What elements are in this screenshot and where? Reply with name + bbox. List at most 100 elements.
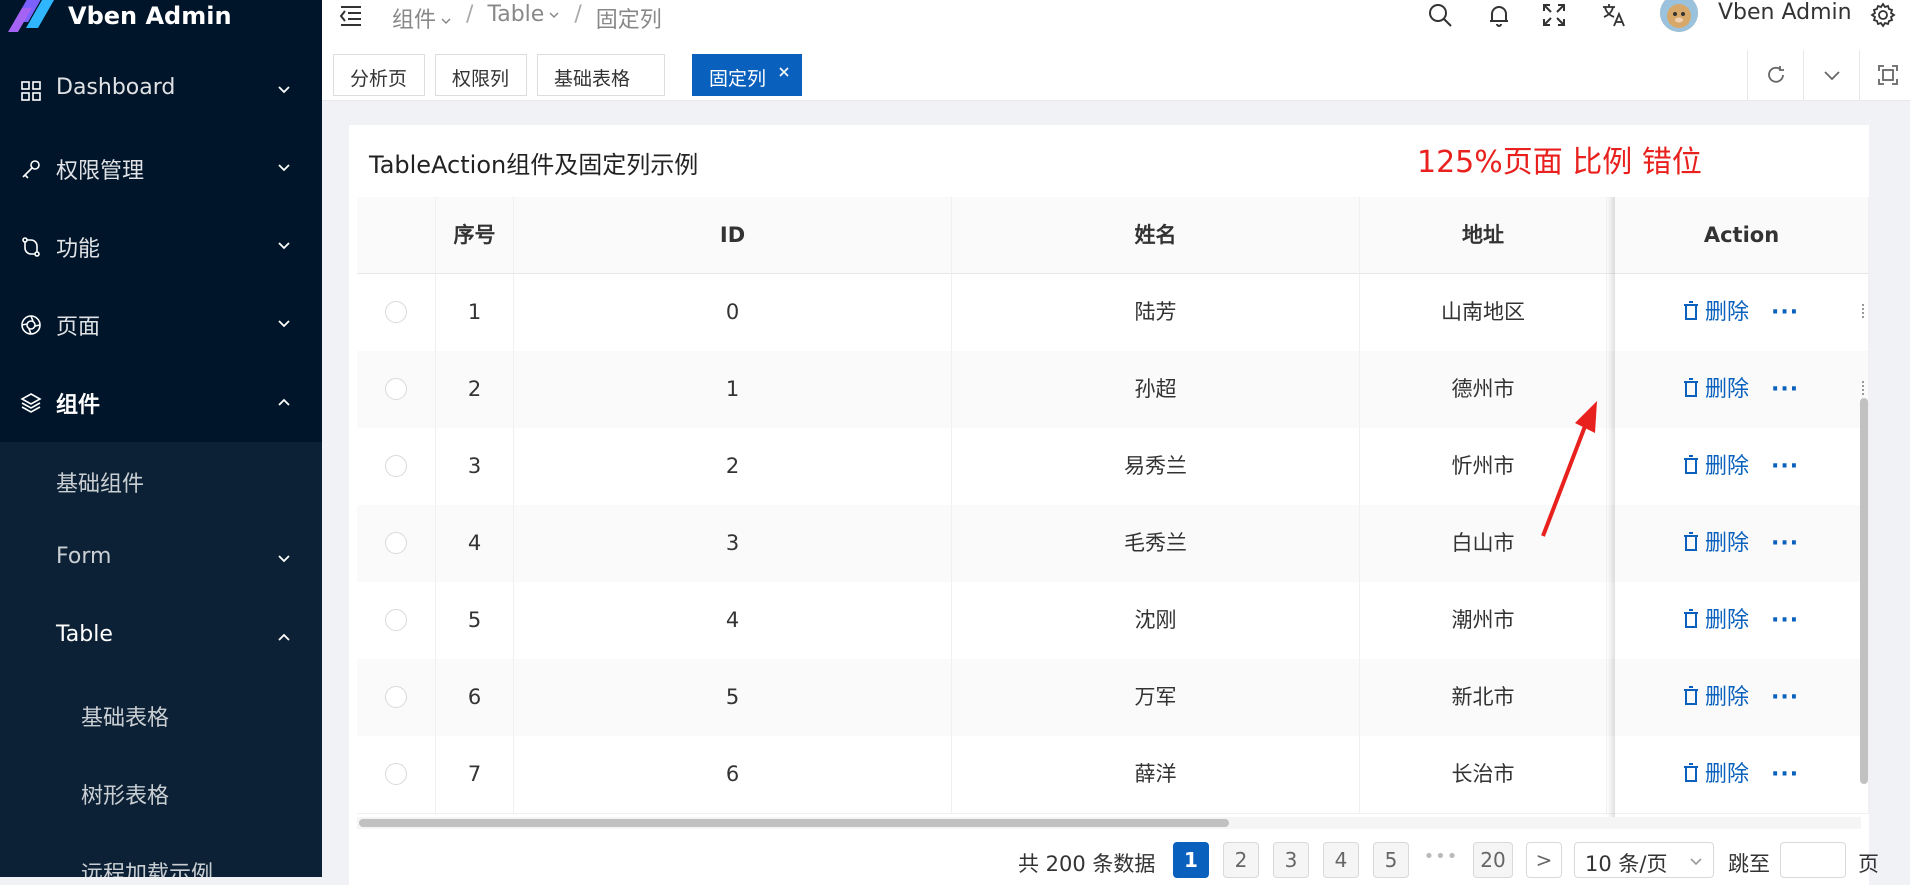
breadcrumb-item[interactable]: 组件 (392, 2, 452, 34)
sidebar-subitem-form[interactable]: Form (0, 521, 322, 599)
column-header[interactable]: ID (514, 197, 952, 273)
more-button[interactable]: ··· (1771, 505, 1799, 582)
annotation-text: 125%页面 比例 错位 (1417, 145, 1702, 180)
delete-button[interactable]: 删除 (1683, 351, 1749, 428)
fullscreen-icon[interactable] (1541, 2, 1567, 28)
tab-basic-table[interactable]: 基础表格 (537, 54, 665, 96)
cell-id: 2 (514, 428, 952, 505)
delete-button[interactable]: 删除 (1683, 428, 1749, 505)
bell-icon[interactable] (1486, 2, 1512, 28)
sidebar-item-permission[interactable]: 权限管理 (0, 130, 322, 208)
menu-fold-icon[interactable] (338, 2, 364, 28)
chevron-up-icon (278, 398, 290, 406)
row-radio[interactable] (385, 378, 407, 400)
page-button[interactable]: 2 (1223, 842, 1259, 878)
delete-label: 删除 (1705, 377, 1750, 402)
cell-name: 万军 (952, 659, 1360, 736)
search-icon[interactable] (1427, 2, 1453, 28)
page-size-select[interactable]: 10 条/页 (1574, 842, 1714, 878)
table-row[interactable]: 5 4 沈刚 潮州市 删除 ··· (357, 582, 1869, 660)
table-row[interactable]: 6 5 万军 新北市 删除 ··· (357, 659, 1869, 737)
more-button[interactable]: ··· (1771, 274, 1799, 351)
delete-label: 删除 (1705, 531, 1750, 556)
breadcrumb-item[interactable]: Table (487, 2, 560, 27)
column-header[interactable]: 姓名 (952, 197, 1360, 273)
sidebar-subitem-tree-table[interactable]: 树形表格 (0, 755, 322, 833)
more-button[interactable]: ··· (1771, 582, 1799, 659)
row-radio[interactable] (385, 301, 407, 323)
table-row[interactable]: 4 3 毛秀兰 白山市 删除 ··· (357, 505, 1869, 583)
page-button[interactable]: 4 (1323, 842, 1359, 878)
fold-screen-button[interactable] (1859, 50, 1910, 100)
key-icon (22, 160, 40, 179)
aperture-icon (21, 315, 41, 335)
page-button[interactable]: 3 (1273, 842, 1309, 878)
delete-button[interactable]: 删除 (1683, 505, 1749, 582)
column-header[interactable]: Action (1615, 197, 1869, 273)
page-button[interactable]: 1 (1173, 842, 1209, 878)
next-page-button[interactable]: > (1526, 842, 1562, 878)
table-row[interactable]: 3 2 易秀兰 忻州市 删除 ··· (357, 428, 1869, 506)
chevron-down-icon (278, 242, 290, 250)
breadcrumb-label: Table (487, 2, 545, 27)
sidebar-item-components[interactable]: 组件 (0, 364, 322, 442)
sidebar-subitem-basic[interactable]: 基础组件 (0, 443, 322, 521)
table-row[interactable]: 2 1 孙超 德州市 删除 ··· (357, 351, 1869, 429)
row-edge-marker (1862, 304, 1868, 318)
delete-label: 删除 (1705, 300, 1750, 325)
sidebar-item-dashboard[interactable]: Dashboard (0, 52, 322, 130)
page-jump-next[interactable]: ••• (1423, 842, 1459, 878)
username[interactable]: Vben Admin (1718, 0, 1852, 25)
delete-button[interactable]: 删除 (1683, 274, 1749, 351)
sidebar-subitem-basic-table[interactable]: 基础表格 (0, 677, 322, 755)
row-radio[interactable] (385, 455, 407, 477)
cell-name: 薛洋 (952, 736, 1360, 813)
cell-name: 沈刚 (952, 582, 1360, 659)
tab-dropdown-button[interactable] (1803, 50, 1860, 100)
cell-action: 删除 ··· (1615, 274, 1869, 351)
horizontal-scrollbar[interactable] (359, 819, 1229, 827)
tab-bar: 分析页 权限列 基础表格 固定列 (322, 50, 1910, 101)
refresh-button[interactable] (1747, 50, 1804, 100)
logo[interactable]: Vben Admin (0, 0, 322, 36)
tab-permission-column[interactable]: 权限列 (435, 54, 527, 96)
column-header[interactable]: 序号 (436, 197, 514, 273)
row-radio[interactable] (385, 763, 407, 785)
delete-button[interactable]: 删除 (1683, 736, 1749, 813)
row-radio[interactable] (385, 686, 407, 708)
card-title: TableAction组件及固定列示例 (369, 151, 699, 179)
row-radio[interactable] (385, 609, 407, 631)
jump-page-input[interactable] (1780, 842, 1846, 878)
page-button[interactable]: 20 (1473, 842, 1513, 878)
close-icon[interactable] (777, 65, 791, 79)
table-row[interactable]: 7 6 薛洋 长治市 删除 ··· (357, 736, 1869, 814)
sidebar-subitem-table[interactable]: Table (0, 599, 322, 677)
data-table: 序号 ID 姓名 地址 Action 1 0 陆芳 山南地区 删除 ··· 2 … (357, 197, 1869, 817)
vertical-scrollbar[interactable] (1860, 398, 1868, 784)
translate-icon[interactable] (1601, 2, 1627, 28)
page-button[interactable]: 5 (1373, 842, 1409, 878)
row-radio[interactable] (385, 532, 407, 554)
more-button[interactable]: ··· (1771, 428, 1799, 505)
sidebar-subitem-label: 基础组件 (56, 472, 145, 497)
cell-action: 删除 ··· (1615, 736, 1869, 813)
row-select-cell (357, 736, 436, 813)
table-row[interactable]: 1 0 陆芳 山南地区 删除 ··· (357, 274, 1869, 352)
sidebar-item-page[interactable]: 页面 (0, 286, 322, 364)
more-button[interactable]: ··· (1771, 351, 1799, 428)
row-select-cell (357, 428, 436, 505)
more-button[interactable]: ··· (1771, 659, 1799, 736)
delete-button[interactable]: 删除 (1683, 582, 1749, 659)
sidebar-subitem-label: Form (56, 544, 112, 569)
more-button[interactable]: ··· (1771, 736, 1799, 813)
sidebar-item-feature[interactable]: 功能 (0, 208, 322, 286)
tab-label: 分析页 (350, 68, 408, 90)
row-edge-marker (1862, 381, 1868, 395)
avatar[interactable] (1660, 0, 1698, 32)
tab-fixed-column[interactable]: 固定列 (692, 54, 802, 96)
gear-icon[interactable] (1870, 2, 1896, 28)
delete-button[interactable]: 删除 (1683, 659, 1749, 736)
sidebar-subitem-remote[interactable]: 远程加载示例 (0, 833, 322, 877)
logo-text: Vben Admin (68, 2, 232, 30)
tab-analysis[interactable]: 分析页 (333, 54, 425, 96)
